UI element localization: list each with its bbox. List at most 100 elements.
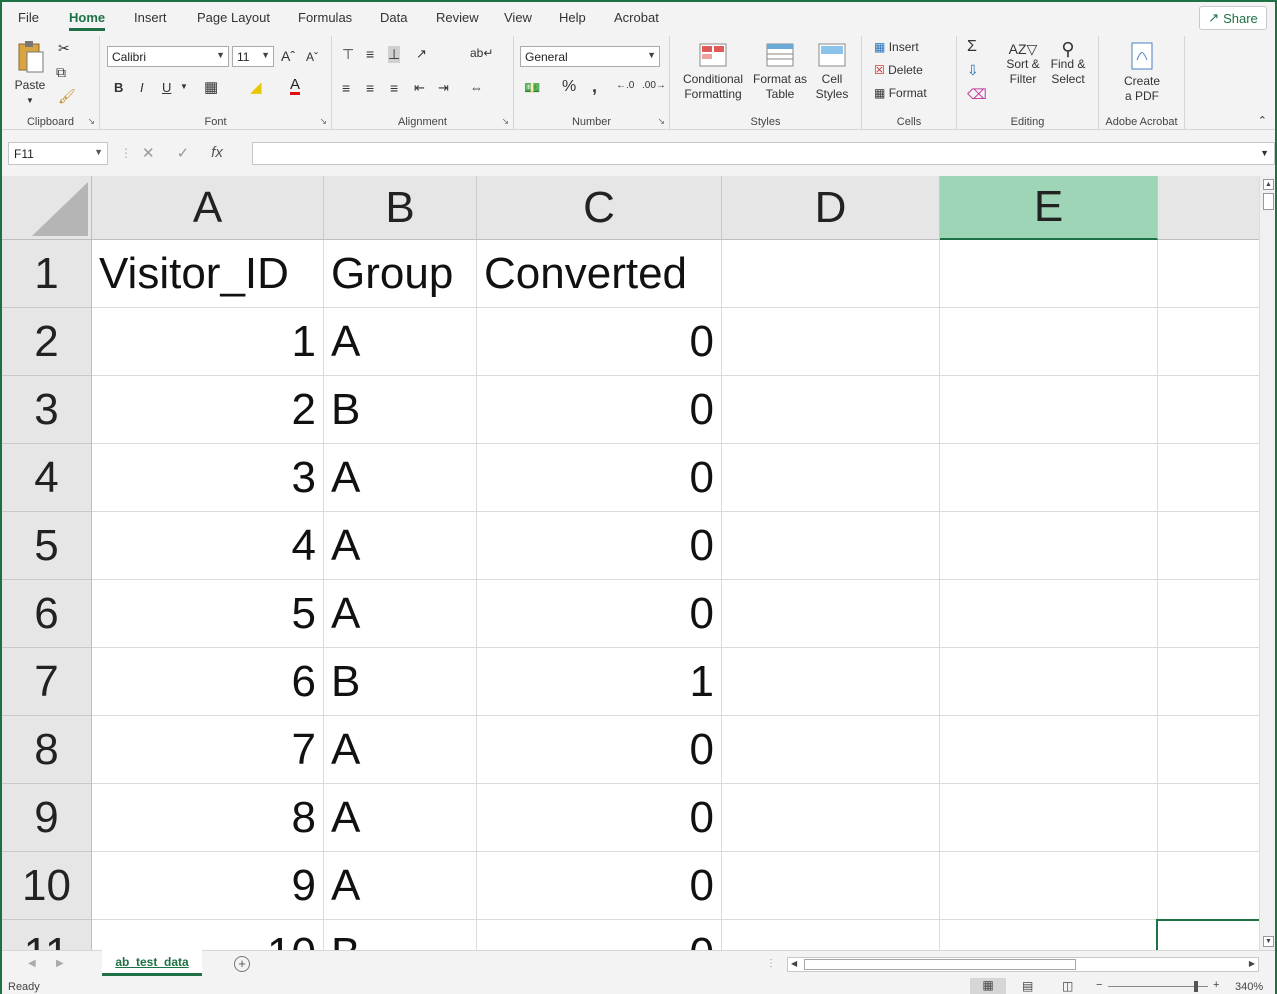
- cell-d10[interactable]: [722, 852, 940, 920]
- cell-e5[interactable]: [940, 512, 1158, 580]
- tab-home[interactable]: Home: [69, 10, 106, 31]
- italic-button[interactable]: I: [140, 80, 144, 95]
- cell-a7[interactable]: 6: [92, 648, 324, 716]
- tab-acrobat[interactable]: Acrobat: [614, 10, 659, 25]
- cell-a11[interactable]: 10: [92, 920, 324, 950]
- tab-help[interactable]: Help: [559, 10, 586, 25]
- cell-e2[interactable]: [940, 308, 1158, 376]
- column-header-c[interactable]: C: [477, 176, 722, 240]
- zoom-slider[interactable]: [1108, 981, 1208, 992]
- column-header-b[interactable]: B: [324, 176, 477, 240]
- cell-a9[interactable]: 8: [92, 784, 324, 852]
- cell-f7[interactable]: [1158, 648, 1259, 716]
- copy-icon[interactable]: ⧉: [56, 64, 66, 81]
- cell-f2[interactable]: [1158, 308, 1259, 376]
- cell-e9[interactable]: [940, 784, 1158, 852]
- cell-b5[interactable]: A: [324, 512, 477, 580]
- row-header[interactable]: 9: [2, 784, 92, 852]
- share-button[interactable]: ↗ Share: [1199, 6, 1267, 30]
- font-size-select[interactable]: 11 ▼: [232, 46, 274, 67]
- cell-a8[interactable]: 7: [92, 716, 324, 784]
- chevron-down-icon[interactable]: ▼: [180, 82, 188, 91]
- add-sheet-icon[interactable]: +: [234, 956, 250, 972]
- format-as-table-button[interactable]: Format as Table: [752, 42, 808, 102]
- comma-button[interactable]: ,: [592, 76, 597, 97]
- underline-button[interactable]: U: [162, 80, 171, 95]
- borders-icon[interactable]: ▦: [204, 78, 218, 96]
- enter-icon[interactable]: ✓: [177, 144, 190, 162]
- cell-d5[interactable]: [722, 512, 940, 580]
- cell-f1[interactable]: [1158, 240, 1259, 308]
- cell-d6[interactable]: [722, 580, 940, 648]
- align-left-icon[interactable]: ≡: [342, 80, 350, 96]
- cell-d8[interactable]: [722, 716, 940, 784]
- font-color-icon[interactable]: A: [290, 77, 301, 95]
- horizontal-scrollbar[interactable]: ◀ ▶: [787, 957, 1259, 972]
- insert-function-icon[interactable]: fx: [211, 144, 223, 162]
- increase-decimal-icon[interactable]: ←.0: [616, 80, 634, 91]
- align-center-icon[interactable]: ≡: [366, 80, 374, 96]
- horizontal-scroll-thumb[interactable]: [804, 959, 1076, 970]
- row-header[interactable]: 4: [2, 444, 92, 512]
- row-header[interactable]: 11: [2, 920, 92, 950]
- column-header-a[interactable]: A: [92, 176, 324, 240]
- cell-b10[interactable]: A: [324, 852, 477, 920]
- cell-b4[interactable]: A: [324, 444, 477, 512]
- cell-e11[interactable]: [940, 920, 1158, 950]
- cell-d4[interactable]: [722, 444, 940, 512]
- column-header-d[interactable]: D: [722, 176, 940, 240]
- row-header[interactable]: 10: [2, 852, 92, 920]
- cell-c6[interactable]: 0: [477, 580, 722, 648]
- cell-a4[interactable]: 3: [92, 444, 324, 512]
- fill-color-icon[interactable]: ◢: [250, 78, 262, 96]
- scroll-right-icon[interactable]: ▶: [1249, 959, 1255, 968]
- cell-styles-button[interactable]: Cell Styles: [810, 42, 854, 102]
- cell-a2[interactable]: 1: [92, 308, 324, 376]
- zoom-out-icon[interactable]: −: [1096, 979, 1102, 991]
- cell-c8[interactable]: 0: [477, 716, 722, 784]
- cell-f10[interactable]: [1158, 852, 1259, 920]
- normal-view-icon[interactable]: ▦: [970, 978, 1006, 994]
- formula-input[interactable]: [252, 142, 1275, 165]
- cell-c3[interactable]: 0: [477, 376, 722, 444]
- percent-button[interactable]: %: [562, 78, 576, 96]
- cell-e1[interactable]: [940, 240, 1158, 308]
- wrap-text-icon[interactable]: ab↵: [470, 46, 493, 60]
- font-family-select[interactable]: Calibri ▼: [107, 46, 229, 67]
- cell-e3[interactable]: [940, 376, 1158, 444]
- scroll-left-icon[interactable]: ◀: [791, 959, 797, 968]
- cell-e4[interactable]: [940, 444, 1158, 512]
- cell-f9[interactable]: [1158, 784, 1259, 852]
- vertical-scrollbar[interactable]: ▲ ▼: [1259, 176, 1275, 950]
- cell-b8[interactable]: A: [324, 716, 477, 784]
- cell-b9[interactable]: A: [324, 784, 477, 852]
- cell-d9[interactable]: [722, 784, 940, 852]
- cell-c9[interactable]: 0: [477, 784, 722, 852]
- accounting-format-icon[interactable]: 💵: [524, 80, 540, 96]
- scroll-down-icon[interactable]: ▼: [1263, 936, 1274, 947]
- cell-f3[interactable]: [1158, 376, 1259, 444]
- cell-c11[interactable]: 0: [477, 920, 722, 950]
- bold-button[interactable]: B: [114, 80, 123, 95]
- sort-filter-button[interactable]: AZ▽ Sort & Filter: [1003, 42, 1043, 87]
- cell-a10[interactable]: 9: [92, 852, 324, 920]
- tab-data[interactable]: Data: [380, 10, 407, 25]
- row-header[interactable]: 8: [2, 716, 92, 784]
- row-header[interactable]: 3: [2, 376, 92, 444]
- cell-c2[interactable]: 0: [477, 308, 722, 376]
- cell-b6[interactable]: A: [324, 580, 477, 648]
- cell-f8[interactable]: [1158, 716, 1259, 784]
- cell-d11[interactable]: [722, 920, 940, 950]
- cut-icon[interactable]: ✂: [58, 40, 70, 57]
- cell-d7[interactable]: [722, 648, 940, 716]
- delete-cells-button[interactable]: ☒ Delete: [874, 63, 923, 77]
- find-select-button[interactable]: ⚲ Find & Select: [1045, 40, 1091, 87]
- cell-a5[interactable]: 4: [92, 512, 324, 580]
- cell-f6[interactable]: [1158, 580, 1259, 648]
- tab-view[interactable]: View: [504, 10, 532, 25]
- increase-indent-icon[interactable]: ⇥: [438, 80, 449, 96]
- zoom-slider-thumb[interactable]: [1194, 981, 1198, 992]
- create-pdf-button[interactable]: Create a PDF: [1113, 42, 1171, 104]
- cell-c1[interactable]: Converted: [477, 240, 722, 308]
- align-top-icon[interactable]: ⊤: [342, 46, 354, 63]
